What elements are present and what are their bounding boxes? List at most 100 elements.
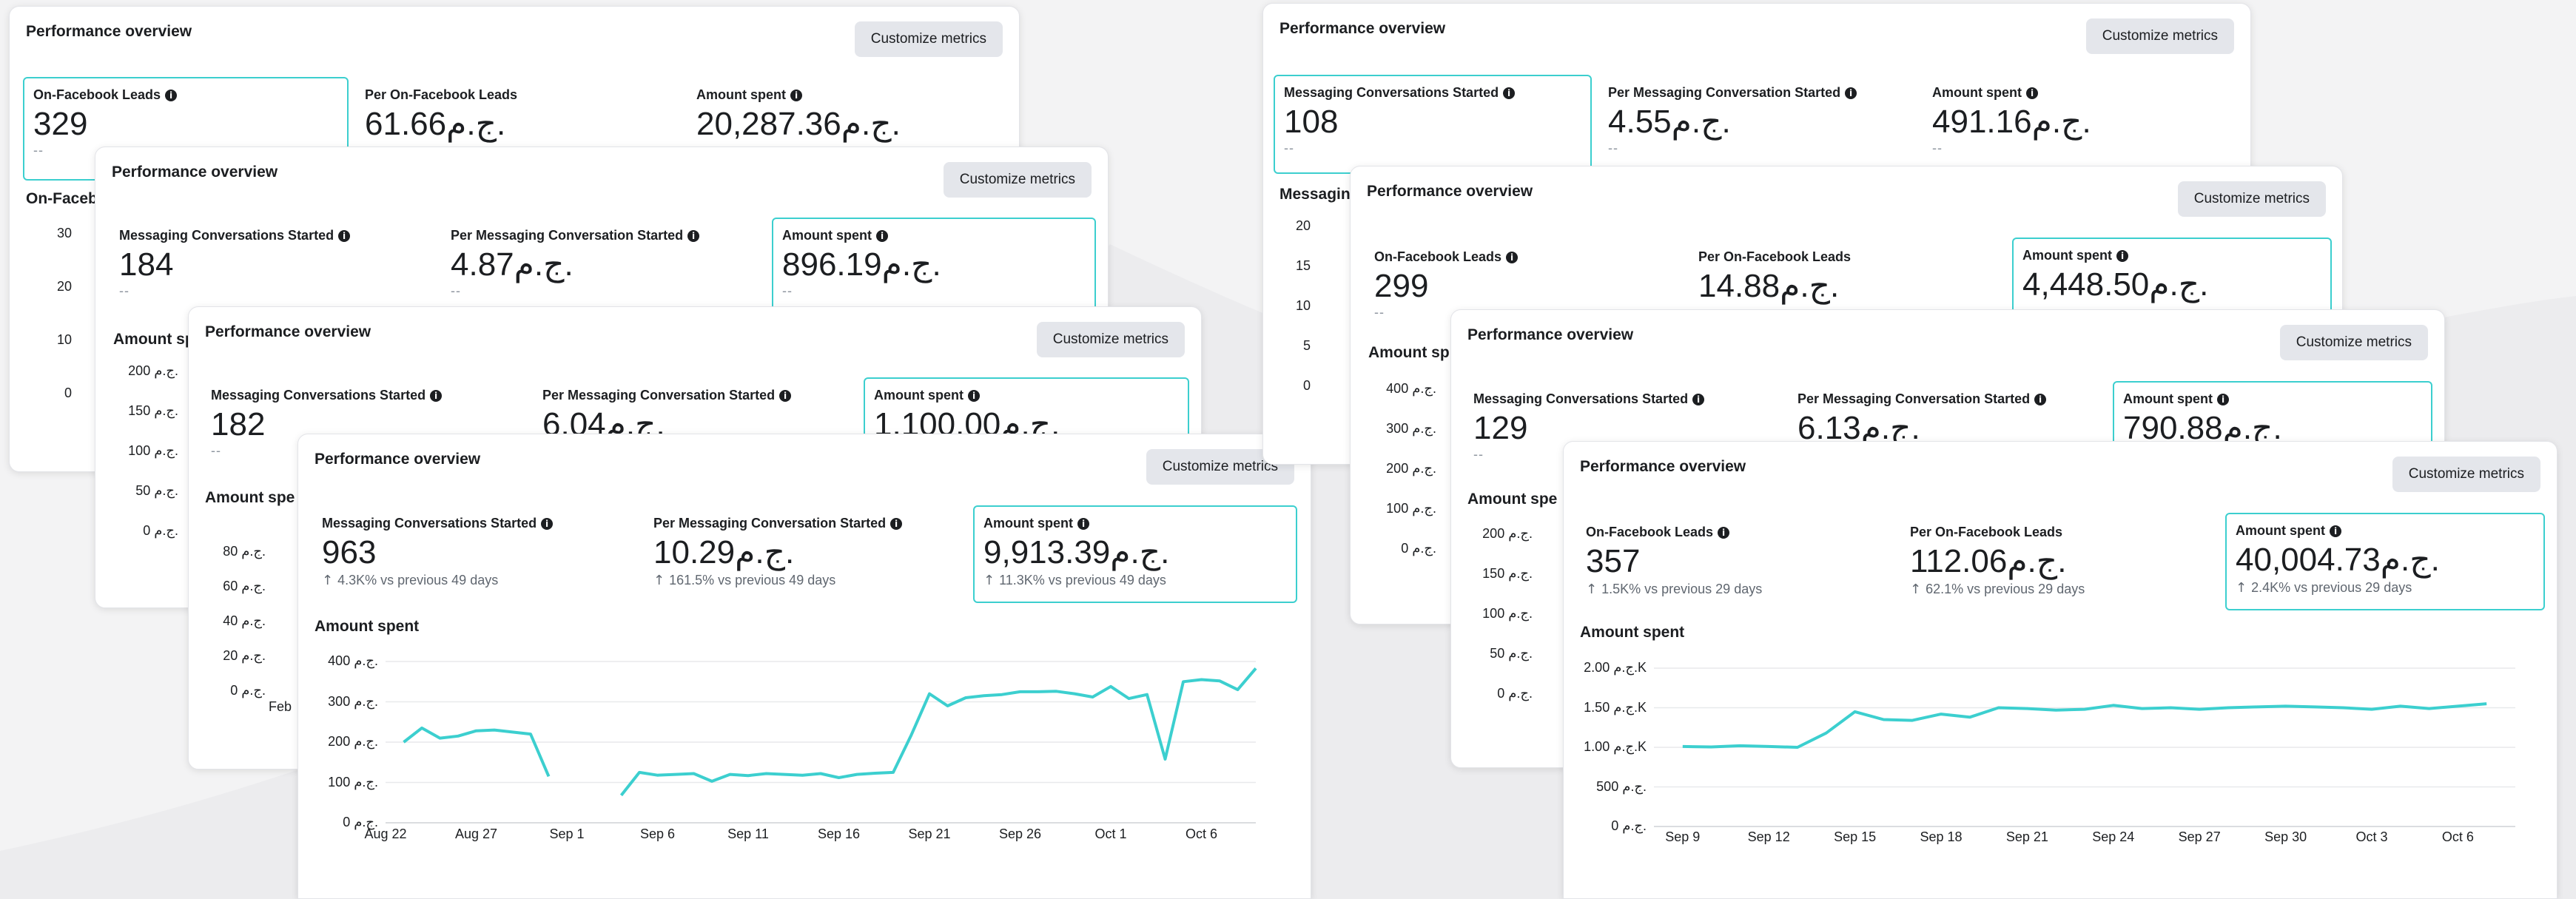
metric-value: 4.55ج.م.: [1608, 104, 1731, 140]
y-tick: 5: [1302, 338, 1311, 353]
y-tick: 0: [64, 385, 72, 400]
y-tick: 10: [1295, 298, 1311, 313]
card-title: Performance overview: [1367, 183, 1533, 200]
x-tick: Oct 3: [2355, 829, 2388, 844]
metric-label: Amount spent i: [782, 228, 1086, 243]
x-tick: Sep 12: [1747, 829, 1790, 844]
metric-value: 491.16ج.م.: [1932, 104, 2091, 140]
y-tick: 300 ج.م.: [1386, 421, 1436, 436]
metric-label: Amount spent i: [2022, 248, 2321, 263]
chart-plot: [386, 661, 1257, 824]
y-tick: 50 ج.م.: [1490, 646, 1533, 661]
info-icon[interactable]: i: [1503, 87, 1516, 99]
info-icon[interactable]: i: [1692, 393, 1705, 405]
x-tick: Sep 24: [2092, 829, 2135, 844]
chart-label: On-Faceb: [26, 190, 98, 207]
metric-change: --: [451, 283, 461, 299]
y-tick: 100 ج.م.: [1386, 501, 1436, 516]
y-tick: 200 ج.م.: [128, 363, 178, 378]
x-tick: Sep 26: [998, 826, 1042, 841]
customize-metrics-button[interactable]: Customize metrics: [1036, 322, 1185, 357]
y-tick: 150 ج.م.: [128, 403, 178, 418]
metric-value: 4,448.50ج.م.: [2022, 266, 2209, 303]
chart-label: Amount spe: [1467, 491, 1558, 508]
y-tick: 20: [1295, 218, 1311, 233]
info-icon[interactable]: i: [779, 389, 792, 402]
customize-metrics-button[interactable]: Customize metrics: [2085, 18, 2234, 54]
series-line: [619, 667, 1257, 797]
info-icon[interactable]: i: [790, 89, 802, 101]
info-icon[interactable]: i: [2217, 393, 2229, 405]
customize-metrics-button[interactable]: Customize metrics: [2279, 325, 2428, 360]
performance-overview-card: Performance overview Customize metrics O…: [1563, 441, 2557, 899]
metric-card[interactable]: Per Messaging Conversation Started i 4.55…: [1598, 75, 1916, 174]
y-tick: 150 ج.م.: [1482, 566, 1533, 581]
metric-change: --: [1608, 141, 1618, 156]
metric-value: 20,287.36ج.م.: [696, 106, 901, 142]
customize-metrics-button[interactable]: Customize metrics: [943, 162, 1092, 198]
y-tick: 0 ج.م.: [143, 523, 178, 538]
x-tick: Aug 22: [364, 826, 407, 841]
chart-plot: [1654, 667, 2515, 827]
info-icon[interactable]: i: [2034, 393, 2047, 405]
metric-card[interactable]: Messaging Conversations Started i 184 --: [109, 218, 434, 321]
metric-value: 299: [1374, 268, 1429, 304]
x-tick: Sep 1: [549, 826, 585, 841]
metric-label: Amount spent i: [696, 87, 1001, 103]
metric-label: Per On-Facebook Leads: [365, 87, 518, 102]
performance-overview-card: Performance overview Customize metrics M…: [297, 434, 1311, 899]
metric-label: Messaging Conversations Started i: [119, 228, 424, 243]
y-tick: 10: [56, 332, 72, 347]
info-icon[interactable]: i: [968, 389, 980, 402]
metric-card[interactable]: Per Messaging Conversation Started i 4.87…: [440, 218, 766, 321]
info-icon[interactable]: i: [687, 229, 700, 242]
y-tick: 0: [1302, 378, 1311, 393]
x-tick: Oct 1: [1094, 826, 1127, 841]
chart-label: Amount spe: [205, 489, 295, 506]
y-tick: 15: [1295, 258, 1311, 273]
metric-label: Per Messaging Conversation Started i: [1798, 391, 2095, 407]
info-icon[interactable]: i: [876, 229, 888, 242]
y-tick: 1.50 ج.م.K: [1584, 699, 1647, 715]
customize-metrics-button[interactable]: Customize metrics: [854, 21, 1003, 57]
chart-label: Messagin: [1279, 186, 1351, 203]
metric-change: --: [119, 283, 130, 299]
metric-label: Amount spent i: [1932, 85, 2230, 101]
metric-card[interactable]: Messaging Conversations Started i 108 --: [1274, 75, 1592, 174]
metric-change: --: [782, 283, 793, 299]
y-tick: 400 ج.م.: [1386, 381, 1436, 396]
y-tick: 200 ج.م.: [1386, 461, 1436, 476]
card-title: Performance overview: [1467, 326, 1634, 343]
metric-label: Messaging Conversations Started i: [1284, 85, 1581, 101]
customize-metrics-button[interactable]: Customize metrics: [2177, 181, 2326, 217]
x-tick: Sep 21: [908, 826, 951, 841]
y-tick: 40 ج.م.: [223, 613, 266, 628]
metric-card[interactable]: Amount spent i 491.16ج.م. --: [1922, 75, 2240, 174]
x-tick: Sep 27: [2178, 829, 2221, 844]
x-tick: Sep 18: [1920, 829, 1963, 844]
metric-value: 61.66ج.م.: [365, 106, 506, 142]
y-tick: 2.00 ج.م.K: [1584, 660, 1647, 675]
y-tick: 100 ج.م.: [128, 443, 178, 458]
metric-card[interactable]: Amount spent i 896.19ج.م. --: [772, 218, 1096, 321]
metric-change: --: [1932, 141, 1943, 156]
metric-change: --: [1284, 141, 1294, 156]
info-icon[interactable]: i: [1506, 251, 1519, 263]
metric-value: 184: [119, 246, 174, 283]
x-tick: Aug 27: [454, 826, 498, 841]
info-icon[interactable]: i: [165, 89, 178, 101]
x-tick: Oct 6: [1185, 826, 1218, 841]
info-icon[interactable]: i: [338, 229, 351, 242]
info-icon[interactable]: i: [2116, 249, 2128, 262]
x-tick: Sep 15: [1834, 829, 1877, 844]
info-icon[interactable]: i: [1845, 87, 1857, 99]
x-tick: Sep 30: [2264, 829, 2307, 844]
card-title: Performance overview: [112, 164, 278, 181]
metric-label: Messaging Conversations Started i: [1473, 391, 1771, 407]
y-tick: 1.00 ج.م.K: [1584, 739, 1647, 754]
card-title: Performance overview: [1279, 20, 1446, 37]
y-tick: 100 ج.م.: [1482, 606, 1533, 621]
info-icon[interactable]: i: [2026, 87, 2038, 99]
metric-label: Messaging Conversations Started i: [211, 388, 516, 403]
info-icon[interactable]: i: [430, 389, 443, 402]
